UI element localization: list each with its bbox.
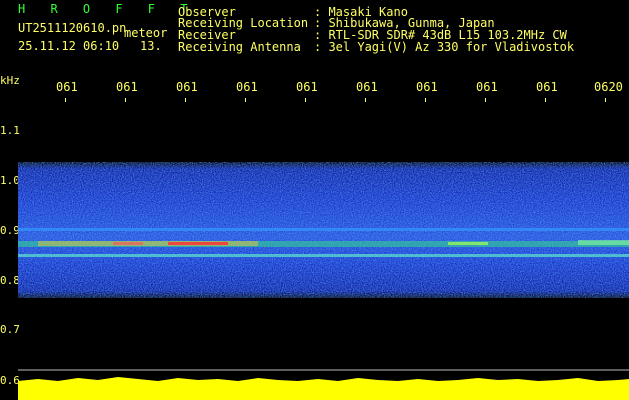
x-tick-mark — [485, 98, 486, 102]
x-tick-mark — [545, 98, 546, 102]
carrier-hotspot — [578, 240, 629, 245]
carrier-line — [18, 254, 629, 257]
x-tick-mark — [245, 98, 246, 102]
x-tick-label: 061 — [56, 80, 78, 94]
y-tick-label: 0.8 — [0, 274, 20, 287]
x-tick-mark — [185, 98, 186, 102]
count: 13. — [140, 39, 162, 53]
x-tick-mark — [425, 98, 426, 102]
file-suffix: meteor — [124, 26, 168, 40]
x-tick-label: 061 — [176, 80, 198, 94]
x-tick-label: 061 — [416, 80, 438, 94]
x-tick-mark — [305, 98, 306, 102]
unit-label: kHz — [0, 74, 20, 87]
y-tick-label: 1.1 — [0, 124, 20, 137]
antenna-value: : 3el Yagi(V) Az 330 for Vladivostok — [314, 40, 575, 54]
x-tick-mark — [605, 98, 606, 102]
file-name: UT2511120610.pn — [18, 21, 127, 35]
y-tick-label: 0.9 — [0, 224, 20, 237]
antenna-label: Receiving Antenna — [178, 40, 301, 54]
x-tick-mark — [365, 98, 366, 102]
y-tick-label: 0.6 — [0, 374, 20, 387]
x-tick-mark — [65, 98, 66, 102]
noise-floor — [18, 377, 629, 400]
x-tick-label: 061 — [476, 80, 498, 94]
timestamp: 25.11.12 06:10 — [18, 39, 120, 53]
spectrogram — [18, 162, 629, 400]
x-tick-label: 061 — [536, 80, 558, 94]
x-tick-mark — [125, 98, 126, 102]
x-tick-label: 0620 — [594, 80, 623, 94]
carrier-hotspot — [113, 242, 143, 245]
carrier-hotspot — [168, 242, 228, 245]
carrier-line — [18, 228, 629, 231]
x-tick-label: 061 — [356, 80, 378, 94]
carrier-hotspot — [448, 242, 488, 245]
x-tick-label: 061 — [296, 80, 318, 94]
station-code: H R O F F T — [18, 2, 197, 16]
x-tick-label: 061 — [236, 80, 258, 94]
y-tick-label: 0.7 — [0, 323, 20, 336]
y-tick-label: 1.0 — [0, 174, 20, 187]
x-tick-label: 061 — [116, 80, 138, 94]
